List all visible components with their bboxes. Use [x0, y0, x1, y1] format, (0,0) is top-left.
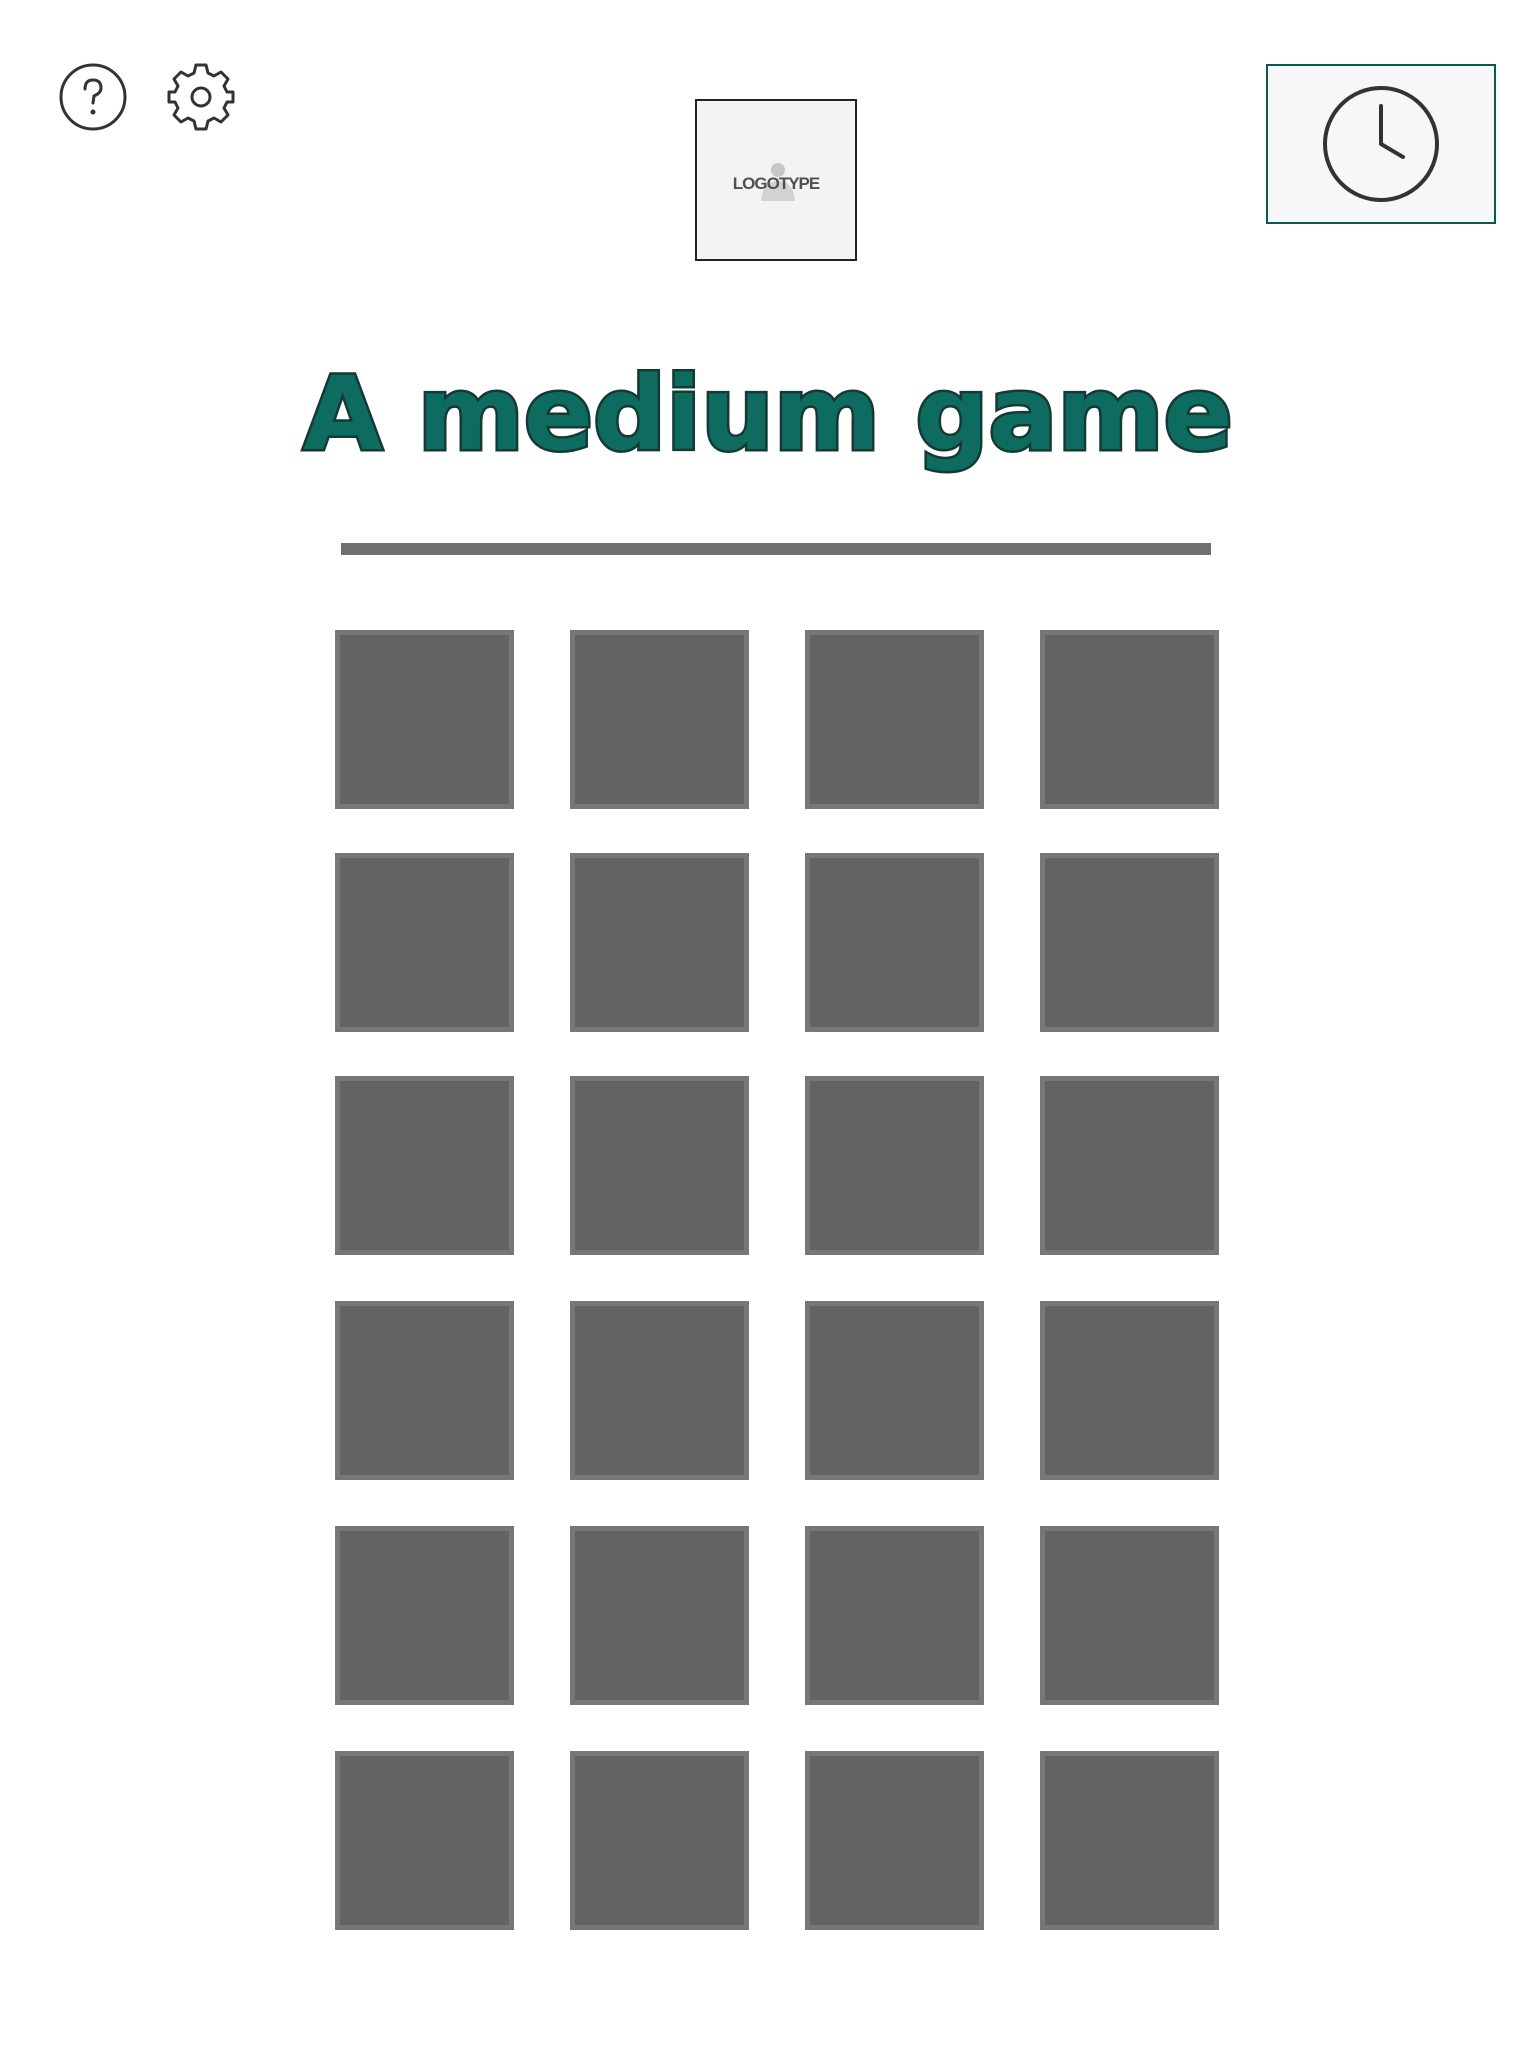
logo-text: LOGOTYPE	[732, 174, 820, 193]
memory-card-r3-c2[interactable]	[570, 1076, 749, 1255]
memory-card-r1-c2[interactable]	[570, 630, 749, 809]
memory-card-r5-c1[interactable]	[335, 1526, 514, 1705]
help-button[interactable]	[58, 62, 128, 132]
memory-card-r6-c3[interactable]	[805, 1751, 984, 1930]
memory-card-r6-c2[interactable]	[570, 1751, 749, 1930]
memory-card-r2-c2[interactable]	[570, 853, 749, 1032]
memory-card-r2-c4[interactable]	[1040, 853, 1219, 1032]
settings-button[interactable]	[166, 62, 236, 132]
memory-card-r3-c4[interactable]	[1040, 1076, 1219, 1255]
memory-card-r3-c1[interactable]	[335, 1076, 514, 1255]
card-grid	[335, 630, 1222, 1932]
logo: LOGOTYPE	[695, 99, 857, 261]
memory-card-r4-c4[interactable]	[1040, 1301, 1219, 1480]
gear-icon	[167, 63, 235, 131]
memory-card-r5-c2[interactable]	[570, 1526, 749, 1705]
memory-card-r2-c3[interactable]	[805, 853, 984, 1032]
memory-card-r6-c1[interactable]	[335, 1751, 514, 1930]
memory-card-r1-c1[interactable]	[335, 630, 514, 809]
memory-card-r5-c3[interactable]	[805, 1526, 984, 1705]
memory-card-r4-c2[interactable]	[570, 1301, 749, 1480]
memory-card-r4-c1[interactable]	[335, 1301, 514, 1480]
memory-card-r3-c3[interactable]	[805, 1076, 984, 1255]
memory-card-r5-c4[interactable]	[1040, 1526, 1219, 1705]
memory-card-r2-c1[interactable]	[335, 853, 514, 1032]
memory-card-r6-c4[interactable]	[1040, 1751, 1219, 1930]
logo-inner: LOGOTYPE	[697, 101, 855, 259]
clock-icon	[1323, 86, 1439, 202]
help-circle-icon	[59, 63, 127, 131]
memory-card-r1-c3[interactable]	[805, 630, 984, 809]
memory-card-r4-c3[interactable]	[805, 1301, 984, 1480]
top-toolbar	[58, 62, 236, 132]
memory-card-r1-c4[interactable]	[1040, 630, 1219, 809]
timer-button[interactable]	[1266, 64, 1496, 224]
title-divider	[341, 543, 1211, 555]
game-title: A medium game	[301, 353, 1236, 477]
